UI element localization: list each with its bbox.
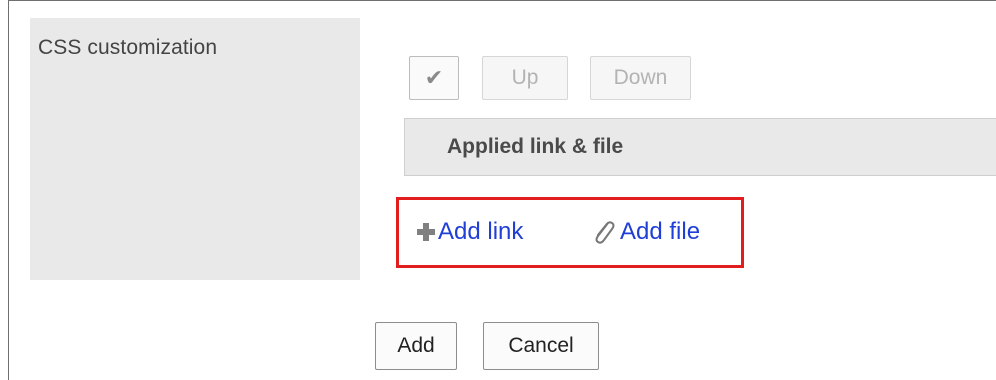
move-up-label: Up — [511, 66, 539, 89]
add-file-link[interactable]: Add file — [588, 216, 700, 248]
applied-link-file-header: Applied link & file — [404, 118, 996, 176]
add-link-label: Add link — [438, 218, 524, 245]
add-button-label: Add — [397, 334, 435, 357]
checkmark-icon: ✔ — [424, 65, 444, 90]
select-all-checkbox-button[interactable]: ✔ — [409, 56, 459, 100]
move-down-button[interactable]: Down — [590, 56, 691, 100]
add-button[interactable]: Add — [375, 322, 457, 370]
cancel-button[interactable]: Cancel — [483, 322, 599, 370]
add-file-label: Add file — [620, 218, 701, 245]
cancel-button-label: Cancel — [508, 334, 574, 357]
plus-icon — [416, 222, 436, 242]
move-up-button[interactable]: Up — [482, 56, 568, 100]
paperclip-icon — [588, 217, 618, 247]
setting-label-cell: CSS customization — [30, 18, 360, 280]
setting-label: CSS customization — [38, 36, 218, 59]
move-down-label: Down — [613, 66, 668, 89]
add-link-link[interactable]: Add link — [416, 216, 523, 248]
applied-header-title: Applied link & file — [447, 135, 624, 158]
